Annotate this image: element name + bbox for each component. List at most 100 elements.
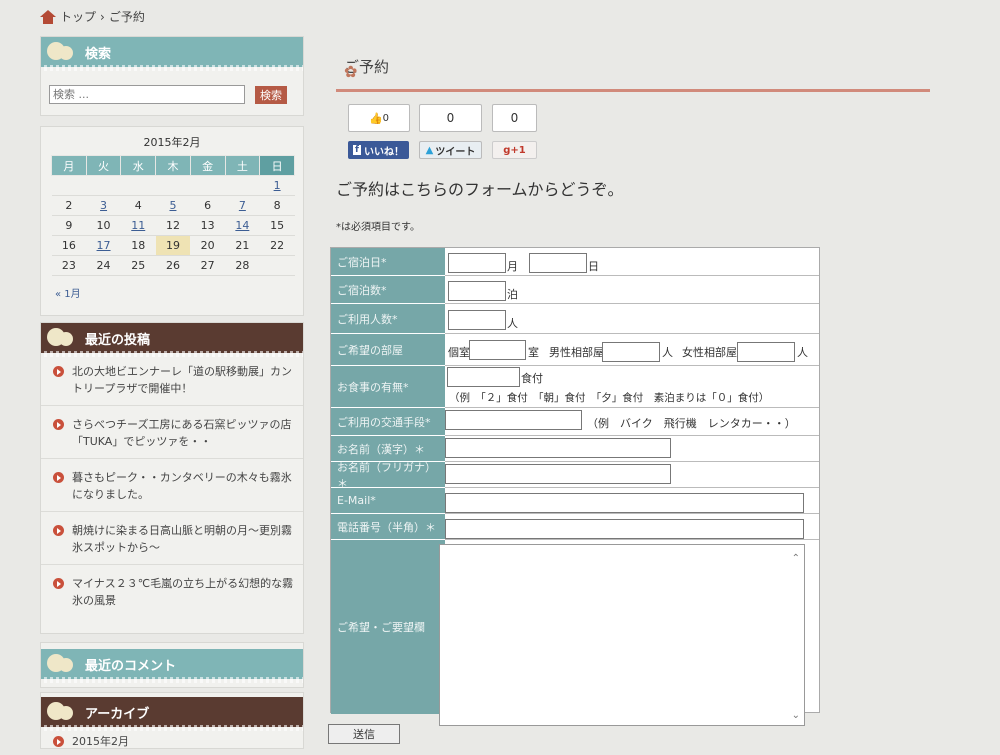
tweet-count: 0 xyxy=(446,111,455,125)
weekday-header: 土 xyxy=(224,155,261,176)
bubble-icon xyxy=(47,654,77,674)
breadcrumb-home[interactable]: トップ xyxy=(60,8,96,25)
twitter-bird-icon: ▲ xyxy=(425,144,434,156)
submit-button[interactable]: 送信 xyxy=(328,724,400,744)
breadcrumb-separator: › xyxy=(100,9,105,24)
tweet-button[interactable]: ▲ ツイート xyxy=(419,141,482,159)
weekday-header: 日 xyxy=(259,155,295,176)
arrow-icon xyxy=(53,366,64,377)
search-widget-header: 検索 xyxy=(41,37,303,71)
arrow-icon xyxy=(53,472,64,483)
list-item[interactable]: 2015年2月 xyxy=(41,727,303,755)
post-link[interactable]: 北の大地ビエンナーレ「道の駅移動展」カントリープラザで開催中！ xyxy=(72,363,295,397)
post-link[interactable]: 暮さもピーク・・カンタベリーの木々も霧氷になりました。 xyxy=(72,469,295,503)
calendar-table: 月 火 水 木 金 土 日 1 2345678 9 10 11 12 13 14 15 16… xyxy=(51,155,295,276)
month-input[interactable] xyxy=(448,253,506,273)
gplus-count-box: 0 xyxy=(492,104,537,132)
row-request: ⌃ ⌄ xyxy=(439,540,819,726)
list-item[interactable]: 暮さもピーク・・カンタベリーの木々も霧氷になりました。 xyxy=(41,459,303,512)
list-item[interactable]: 北の大地ビエンナーレ「道の駅移動展」カントリープラザで開催中！ xyxy=(41,353,303,406)
calendar-week: 16 17 18 19 20 21 22 xyxy=(51,235,295,256)
list-item[interactable]: さらべつチーズ工房にある石窯ピッツァの店「TUKA」でピッツァを・・ xyxy=(41,406,303,459)
required-note: *は必須項目です。 xyxy=(336,222,420,233)
row-email xyxy=(445,488,819,514)
calendar-week: 2345678 xyxy=(51,195,295,216)
name-kanji-input[interactable] xyxy=(445,438,671,458)
gplus-count: 0 xyxy=(510,111,519,125)
recent-posts-header: 最近の投稿 xyxy=(41,323,303,357)
people-input[interactable] xyxy=(448,310,506,330)
post-link[interactable]: 朝焼けに染まる日高山脈と明朝の月～更別霧氷スポットから～ xyxy=(72,522,295,556)
breadcrumb: トップ › ご予約 xyxy=(40,8,145,25)
scroll-down-icon[interactable]: ⌄ xyxy=(792,710,800,721)
meal-input[interactable] xyxy=(447,367,520,387)
row-phone xyxy=(445,514,819,540)
arrow-icon xyxy=(53,736,64,747)
calendar-prev-link[interactable]: « 1月 xyxy=(41,276,303,309)
label-transport: ご利用の交通手段* xyxy=(331,408,445,436)
gplus-icon: g xyxy=(503,144,511,156)
archive-header: アーカイブ xyxy=(41,697,303,731)
breadcrumb-current: ご予約 xyxy=(108,10,145,24)
weekday-header: 月 xyxy=(51,155,87,176)
like-count-box: 👍 0 xyxy=(348,104,410,132)
post-link[interactable]: マイナス２３℃毛嵐の立ち上がる幻想的な霧氷の風景 xyxy=(72,575,295,610)
arrow-icon xyxy=(53,419,64,430)
label-request: ご希望・ご要望欄 xyxy=(331,540,445,714)
label-people: ご利用人数* xyxy=(331,304,445,334)
search-widget-title: 検索 xyxy=(85,46,112,62)
name-kana-input[interactable] xyxy=(445,464,671,484)
transport-input[interactable] xyxy=(445,410,582,430)
label-date: ご宿泊日* xyxy=(331,248,445,276)
archive-widget: アーカイブ 2015年2月 xyxy=(40,692,304,749)
row-people: 人 xyxy=(445,304,819,334)
recent-posts-widget: 最近の投稿 北の大地ビエンナーレ「道の駅移動展」カントリープラザで開催中！ さら… xyxy=(40,322,304,634)
scroll-up-icon[interactable]: ⌃ xyxy=(792,553,800,564)
phone-input[interactable] xyxy=(445,519,804,539)
recent-posts-title: 最近の投稿 xyxy=(85,332,151,348)
facebook-like-button[interactable]: f いいね！ xyxy=(348,141,409,159)
email-input[interactable] xyxy=(445,493,804,513)
reservation-form: ご宿泊日* 月 日 ご宿泊数* 泊 ご利用人数* 人 ご希望の部屋 個室 室 男… xyxy=(330,247,820,726)
request-textarea[interactable]: ⌃ ⌄ xyxy=(439,544,805,726)
facebook-icon: f xyxy=(353,145,361,155)
row-meal: 食付 （例 「２」食付 「朝」食付 「夕」食付 素泊まりは「０」食付） xyxy=(445,366,819,408)
row-room: 個室 室 男性相部屋 人 女性相部屋 人 xyxy=(445,334,819,366)
search-input[interactable] xyxy=(49,85,245,104)
weekday-header: 木 xyxy=(155,155,191,176)
list-item[interactable]: マイナス２３℃毛嵐の立ち上がる幻想的な霧氷の風景 xyxy=(41,565,303,618)
label-nights: ご宿泊数* xyxy=(331,276,445,304)
recent-comments-header: 最近のコメント xyxy=(41,649,303,683)
calendar-day-link[interactable]: 1 xyxy=(259,175,295,196)
recent-comments-title: 最近のコメント xyxy=(85,658,177,674)
label-meal: お食事の有無* xyxy=(331,366,445,408)
label-room: ご希望の部屋 xyxy=(331,334,445,366)
bubble-icon xyxy=(47,702,77,722)
weekday-header: 金 xyxy=(189,155,226,176)
female-dorm-input[interactable] xyxy=(737,342,795,362)
male-dorm-input[interactable] xyxy=(602,342,660,362)
nights-input[interactable] xyxy=(448,281,506,301)
private-room-input[interactable] xyxy=(469,340,526,360)
arrow-icon xyxy=(53,525,64,536)
calendar-week: 1 xyxy=(51,175,295,196)
search-button[interactable]: 検索 xyxy=(255,85,287,104)
calendar-today: 19 xyxy=(155,235,191,256)
recent-comments-widget: 最近のコメント xyxy=(40,642,304,688)
archive-title: アーカイブ xyxy=(85,706,150,722)
gplus-button[interactable]: g +1 xyxy=(492,141,537,159)
day-input[interactable] xyxy=(529,253,587,273)
archive-link[interactable]: 2015年2月 xyxy=(72,733,129,749)
row-name-kana xyxy=(445,462,819,488)
home-icon[interactable] xyxy=(40,9,56,24)
weekday-header: 火 xyxy=(85,155,122,176)
search-widget: 検索 検索 xyxy=(40,36,304,116)
row-transport: （例 バイク 飛行機 レンタカー・・） xyxy=(445,408,819,436)
thumbs-up-icon: 👍 xyxy=(368,111,383,125)
list-item[interactable]: 朝焼けに染まる日高山脈と明朝の月～更別霧氷スポットから～ xyxy=(41,512,303,565)
label-email: E-Mail* xyxy=(331,488,445,514)
bubble-icon xyxy=(47,328,77,348)
post-link[interactable]: さらべつチーズ工房にある石窯ピッツァの店「TUKA」でピッツァを・・ xyxy=(72,416,295,450)
row-nights: 泊 xyxy=(445,276,819,304)
page-title-bar: ご予約 ✿ xyxy=(336,52,930,92)
